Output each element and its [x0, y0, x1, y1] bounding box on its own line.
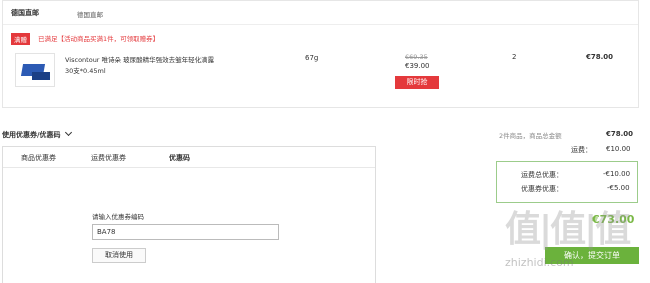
quantity: 2 [512, 53, 517, 61]
promo-tag: 满赠 [11, 33, 30, 45]
freight-discount-value: -€10.00 [603, 170, 631, 178]
chevron-down-icon [64, 128, 73, 137]
promo-text: 已满足【活动商品买满1件，可领取赠券】 [38, 35, 160, 43]
header-title: 德国直邮 [11, 9, 39, 17]
coupon-discount-label: 优惠券优惠： [521, 185, 563, 193]
freight-label: 运费： [571, 146, 592, 154]
cancel-coupon-button[interactable]: 取消使用 [92, 248, 146, 263]
freight-discount-label: 运费总优惠： [521, 171, 563, 179]
discount-box: 运费总优惠： -€10.00 优惠券优惠： -€5.00 [496, 161, 638, 203]
goods-total-label: 2件商品，商品总金额 [499, 132, 562, 140]
coupon-toggle-label: 使用优惠券/优惠码 [2, 131, 61, 139]
old-price: €69.35 [405, 53, 428, 61]
product-image[interactable] [15, 53, 55, 87]
coupon-discount-value: -€5.00 [607, 184, 630, 192]
coupon-panel: 商品优惠券 运费优惠券 优惠码 请输入优惠券编码 BA78 取消使用 [2, 146, 376, 283]
subtotal: €78.00 [586, 53, 614, 61]
product-spec: 30支*0.45ml [65, 67, 106, 75]
goods-total-value: €78.00 [606, 130, 634, 138]
coupon-toggle[interactable]: 使用优惠券/优惠码 [2, 128, 73, 140]
watermark-logo: 值|值|值 [505, 209, 631, 250]
coupon-tabs: 商品优惠券 运费优惠券 优惠码 [3, 147, 375, 168]
unit-price: €39.00 [405, 62, 430, 70]
tab-coupon-code[interactable]: 优惠码 [169, 153, 190, 163]
tab-freight-coupon[interactable]: 运费优惠券 [91, 153, 126, 163]
watermark-url: zhizhidi.com [505, 256, 574, 269]
card-header: 德国直邮 德国直邮 [3, 1, 638, 25]
order-card: 德国直邮 德国直邮 满赠 已满足【活动商品买满1件，可领取赠券】 Viscont… [2, 0, 639, 108]
flash-sale-badge: 限时抢 [395, 76, 439, 89]
freight-value: €10.00 [606, 145, 631, 153]
product-weight: 67g [305, 54, 319, 62]
coupon-code-input[interactable]: BA78 [92, 224, 279, 240]
coupon-input-label: 请输入优惠券编码 [92, 213, 144, 221]
product-name[interactable]: Viscontour 唯诗朵 玻尿酸精华强效去皱年轻化滴露 [65, 54, 214, 64]
header-subtitle: 德国直邮 [77, 11, 103, 19]
tab-goods-coupon[interactable]: 商品优惠券 [21, 153, 56, 163]
